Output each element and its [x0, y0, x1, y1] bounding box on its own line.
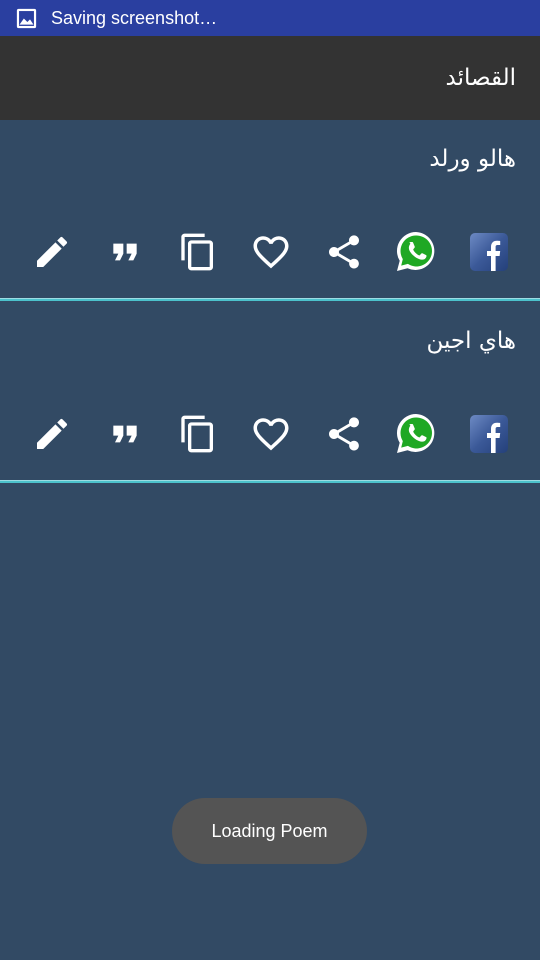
whatsapp-button[interactable] [392, 412, 440, 456]
divider [0, 298, 540, 301]
poem-list-item[interactable]: هاي اجين [0, 302, 540, 484]
copy-icon [181, 233, 213, 271]
share-button[interactable] [320, 230, 368, 274]
page-title: القصائد [445, 65, 516, 91]
edit-icon [37, 236, 68, 267]
app-bar: القصائد [0, 36, 540, 120]
divider [0, 480, 540, 483]
facebook-button[interactable] [465, 412, 513, 456]
image-icon [16, 8, 37, 28]
quote-icon [113, 243, 137, 261]
edit-icon [37, 418, 68, 449]
toast-text: Loading Poem [211, 820, 328, 841]
copy-button[interactable] [174, 230, 222, 274]
facebook-icon [470, 233, 508, 271]
edit-button[interactable] [28, 412, 76, 456]
status-text: Saving screenshot… [51, 7, 218, 28]
poem-title[interactable]: هاي اجين [426, 328, 516, 354]
poem-list: هالو ورلد هاي اجين [0, 120, 540, 484]
favorite-button[interactable] [247, 230, 295, 274]
favorite-icon [253, 418, 289, 451]
whatsapp-icon [396, 231, 435, 271]
whatsapp-button[interactable] [392, 230, 440, 274]
quote-icon [113, 425, 137, 443]
share-button[interactable] [320, 412, 368, 456]
favorite-button[interactable] [247, 412, 295, 456]
facebook-icon [470, 415, 508, 453]
poem-list-item[interactable]: هالو ورلد [0, 120, 540, 302]
poem-actions [0, 412, 540, 456]
edit-button[interactable] [28, 230, 76, 274]
facebook-button[interactable] [465, 230, 513, 274]
copy-icon [181, 415, 213, 453]
quote-button[interactable] [101, 230, 149, 274]
poem-actions [0, 230, 540, 274]
favorite-icon [253, 236, 289, 269]
status-bar: Saving screenshot… [0, 0, 540, 36]
share-icon [329, 235, 359, 269]
whatsapp-icon [396, 414, 435, 453]
toast: Loading Poem [172, 798, 367, 864]
poem-title[interactable]: هالو ورلد [429, 146, 516, 172]
quote-button[interactable] [101, 412, 149, 456]
share-icon [329, 417, 359, 451]
copy-button[interactable] [174, 412, 222, 456]
